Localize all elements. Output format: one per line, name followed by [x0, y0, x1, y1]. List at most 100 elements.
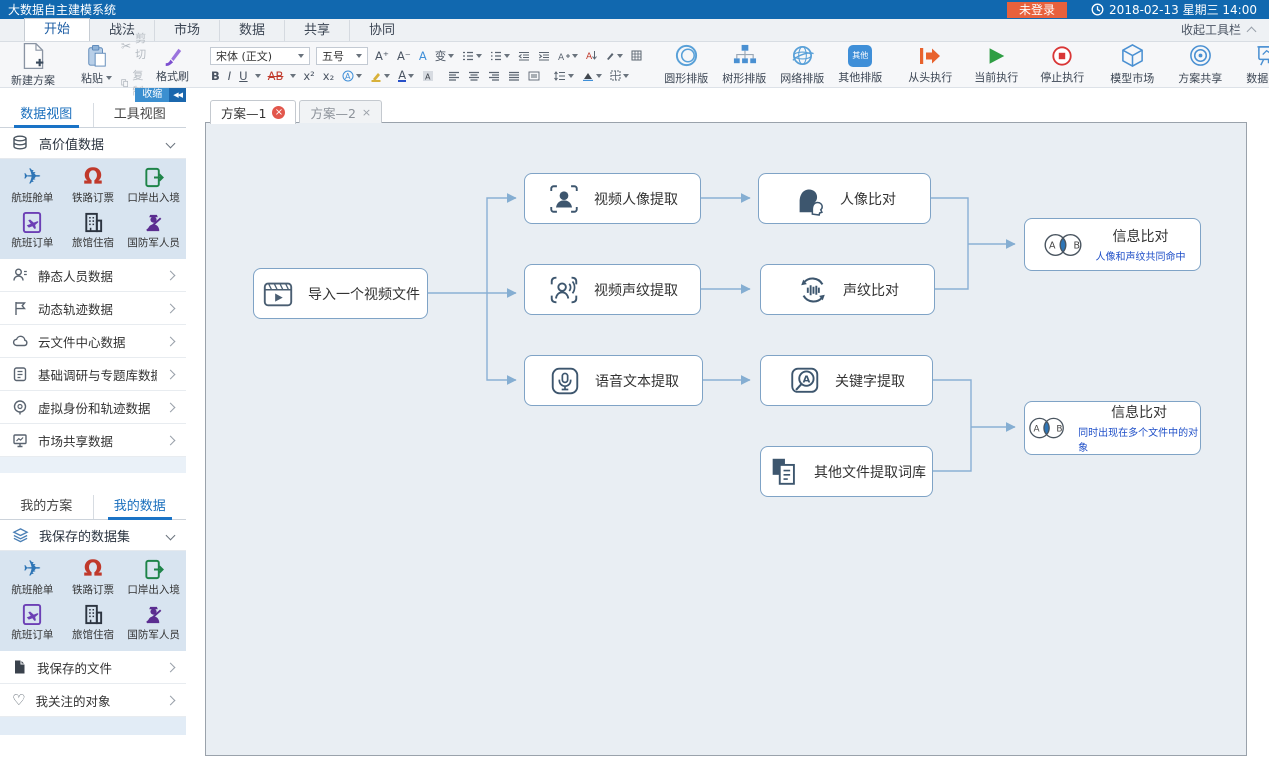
dataset-military-personnel[interactable]: 国防军人员 [123, 600, 184, 645]
node-video-voiceprint-extract[interactable]: 视频声纹提取 [524, 264, 701, 315]
node-face-compare[interactable]: 人像比对 [758, 173, 931, 224]
dataset-flight-order[interactable]: 航班订单 [2, 600, 63, 645]
dataset-hotel-stay[interactable]: 旅馆住宿 [63, 600, 124, 645]
shrink-font-button[interactable]: A⁻ [396, 49, 412, 63]
align-center-button[interactable] [467, 71, 481, 81]
dataset-railway-ticket[interactable]: Ω 铁路订票 [63, 555, 124, 600]
tab-my-plans[interactable]: 我的方案 [0, 495, 93, 519]
dataset-hotel-stay[interactable]: 旅馆住宿 [63, 208, 124, 253]
sidebar-item-my-saved-files[interactable]: 我保存的文件 [0, 651, 186, 684]
close-tab-icon[interactable] [362, 106, 371, 119]
node-speech-text-extract[interactable]: 语音文本提取 [524, 355, 703, 406]
sidebar-item-my-followed-objects[interactable]: ♡ 我关注的对象 [0, 684, 186, 717]
indent-decrease-button[interactable] [517, 51, 531, 61]
char-scale-button[interactable]: A [557, 51, 579, 61]
shading-button[interactable] [581, 71, 603, 81]
node-video-face-extract[interactable]: 视频人像提取 [524, 173, 701, 224]
tab-tool-view[interactable]: 工具视图 [93, 103, 187, 127]
font-color-button[interactable]: A [397, 70, 415, 82]
circle-layout-button[interactable]: 圆形排版 [659, 42, 713, 87]
dataset-flight-order[interactable]: 航班订单 [2, 208, 63, 253]
number-list-button[interactable] [489, 51, 511, 61]
menu-tab-data[interactable]: 数据 [219, 20, 284, 41]
align-distribute-button[interactable] [527, 71, 541, 81]
font-family-select[interactable]: 宋体 (正文) [210, 47, 310, 65]
sidebar-collapse-button[interactable]: 收缩 ◀◀ [135, 88, 186, 102]
saved-datasets-label: 我保存的数据集 [39, 526, 130, 545]
sort-button[interactable]: A [585, 50, 598, 61]
node-import-video[interactable]: 导入一个视频文件 [253, 268, 428, 319]
line-spacing-button[interactable] [553, 71, 575, 81]
model-market-button[interactable]: 模型市场 [1105, 42, 1159, 87]
high-value-data-header[interactable]: 高价值数据 [0, 128, 186, 159]
char-shading-button[interactable]: A [421, 70, 435, 82]
pinyin-button[interactable]: 变 [434, 48, 456, 64]
bold-button[interactable]: B [210, 69, 221, 83]
paste-button[interactable]: 粘贴 [76, 43, 117, 87]
node-info-compare-1[interactable]: AB 信息比对 人像和声纹共同命中 [1024, 218, 1201, 271]
font-size-select[interactable]: 五号 [316, 47, 368, 65]
char-border-button[interactable]: A [341, 70, 363, 82]
node-keyword-extract[interactable]: A 关键字提取 [760, 355, 933, 406]
tab-my-data[interactable]: 我的数据 [93, 495, 187, 519]
network-layout-button[interactable]: 网络排版 [775, 42, 829, 87]
dataset-flight-manifest[interactable]: ✈ 航班舱单 [2, 555, 63, 600]
workflow-canvas[interactable]: 导入一个视频文件 视频人像提取 视频声纹提取 语音文本提取 人像比对 声纹比对 … [205, 122, 1247, 756]
strikethrough-button[interactable]: AB [267, 69, 285, 83]
collapse-toolbar-button[interactable]: 收起工具栏 [1181, 21, 1269, 41]
stop-run-button[interactable]: 停止执行 [1035, 44, 1089, 86]
node-info-compare-2[interactable]: AB 信息比对 同时出现在多个文件中的对象 [1024, 401, 1201, 455]
canvas-tab-plan-1[interactable]: 方案—1 [210, 100, 296, 124]
plan-share-button[interactable]: 方案共享 [1173, 42, 1227, 87]
accent-char-button[interactable]: A [418, 49, 428, 63]
italic-button[interactable]: I [227, 69, 232, 83]
node-voiceprint-compare[interactable]: 声纹比对 [760, 264, 935, 315]
indent-increase-button[interactable] [537, 51, 551, 61]
sidebar-item-static-personnel[interactable]: 静态人员数据 [0, 259, 186, 292]
data-share-button[interactable]: 数据共享 [1241, 42, 1269, 87]
highlight-button[interactable] [369, 70, 391, 82]
menu-tab-share[interactable]: 共享 [284, 20, 349, 41]
subscript-button[interactable]: x₂ [322, 69, 335, 83]
grow-font-button[interactable]: A⁺ [374, 49, 390, 63]
format-painter-button[interactable]: 格式刷 [151, 45, 194, 85]
dataset-military-personnel[interactable]: 国防军人员 [123, 208, 184, 253]
dataset-flight-manifest[interactable]: ✈ 航班舱单 [2, 163, 63, 208]
char-border-icon: A [342, 70, 354, 82]
sidebar-item-virtual-identity[interactable]: 虚拟身份和轨迹数据 [0, 391, 186, 424]
borders-button[interactable] [609, 70, 630, 81]
sidebar-item-market-shared-data[interactable]: 市场共享数据 [0, 424, 186, 457]
close-tab-icon[interactable] [272, 106, 285, 119]
dataset-border-entry-exit[interactable]: 口岸出入境 [123, 163, 184, 208]
sidebar-item-dynamic-track[interactable]: 动态轨迹数据 [0, 292, 186, 325]
cut-button[interactable]: ✂ 剪切 [121, 30, 147, 62]
run-from-start-button[interactable]: 从头执行 [903, 44, 957, 86]
line-spacing-icon [554, 71, 566, 81]
node-label: 导入一个视频文件 [308, 284, 420, 304]
align-left-button[interactable] [447, 71, 461, 81]
tree-layout-button[interactable]: 树形排版 [717, 42, 771, 87]
sidebar-item-basic-research[interactable]: 基础调研与专题库数据 [0, 358, 186, 391]
run-current-button[interactable]: 当前执行 [969, 44, 1023, 86]
mark-button[interactable] [604, 51, 624, 61]
sidebar-item-cloud-file-center[interactable]: 云文件中心数据 [0, 325, 186, 358]
menu-tab-start[interactable]: 开始 [24, 18, 90, 41]
superscript-button[interactable]: x² [302, 69, 315, 83]
tab-data-view[interactable]: 数据视图 [0, 103, 93, 127]
menu-tab-collab[interactable]: 协同 [349, 20, 414, 41]
dataset-railway-ticket[interactable]: Ω 铁路订票 [63, 163, 124, 208]
canvas-tab-plan-2[interactable]: 方案—2 [299, 100, 382, 123]
align-right-button[interactable] [487, 71, 501, 81]
align-justify-button[interactable] [507, 71, 521, 81]
table-button[interactable] [630, 50, 643, 61]
node-label: 视频人像提取 [594, 189, 678, 209]
saved-datasets-header[interactable]: 我保存的数据集 [0, 520, 186, 551]
dataset-border-entry-exit[interactable]: 口岸出入境 [123, 555, 184, 600]
underline-button[interactable]: U [238, 69, 248, 83]
menu-tab-market[interactable]: 市场 [154, 20, 219, 41]
login-status-badge[interactable]: 未登录 [1007, 2, 1067, 18]
other-layout-button[interactable]: 其他 其他排版 [833, 44, 887, 86]
new-plan-button[interactable]: 新建方案 [6, 41, 60, 89]
bullet-list-button[interactable] [461, 51, 483, 61]
node-other-files-lexicon[interactable]: 其他文件提取词库 [760, 446, 933, 497]
